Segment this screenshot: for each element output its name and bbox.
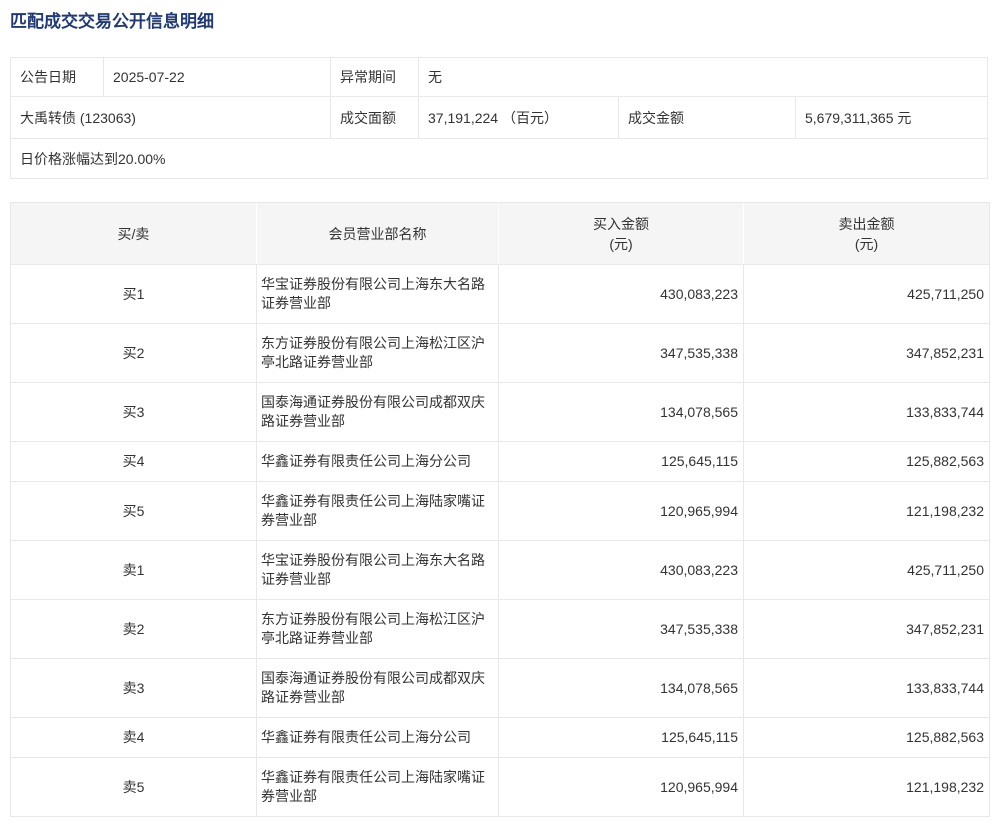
announcement-info-panel: 公告日期 2025-07-22 异常期间 无 大禹转债 (123063) 成交面… bbox=[10, 57, 988, 179]
turnover-value: 5,679,311,365 元 bbox=[796, 97, 987, 138]
row-buy: 120,965,994 bbox=[498, 757, 743, 816]
row-side: 卖5 bbox=[11, 757, 256, 816]
table-row: 买3 国泰海通证券股份有限公司成都双庆路证券营业部 134,078,565 13… bbox=[11, 382, 989, 441]
row-sell: 133,833,744 bbox=[743, 382, 989, 441]
row-side: 买5 bbox=[11, 481, 256, 540]
row-buy: 347,535,338 bbox=[498, 323, 743, 382]
trade-detail-table: 买/卖 会员营业部名称 买入金额 (元) 卖出金额 (元) 买1 华宝证券股份有… bbox=[10, 202, 990, 817]
row-branch: 东方证券股份有限公司上海松江区沪亭北路证券营业部 bbox=[256, 599, 498, 658]
row-branch: 华鑫证券有限责任公司上海陆家嘴证券营业部 bbox=[256, 757, 498, 816]
row-branch: 华鑫证券有限责任公司上海分公司 bbox=[256, 441, 498, 481]
row-sell: 125,882,563 bbox=[743, 717, 989, 757]
row-branch: 东方证券股份有限公司上海松江区沪亭北路证券营业部 bbox=[256, 323, 498, 382]
row-sell: 125,882,563 bbox=[743, 441, 989, 481]
row-buy: 347,535,338 bbox=[498, 599, 743, 658]
table-header: 买/卖 会员营业部名称 买入金额 (元) 卖出金额 (元) bbox=[11, 203, 989, 264]
header-side: 买/卖 bbox=[11, 203, 256, 264]
row-branch: 国泰海通证券股份有限公司成都双庆路证券营业部 bbox=[256, 382, 498, 441]
row-buy: 430,083,223 bbox=[498, 264, 743, 323]
row-side: 买2 bbox=[11, 323, 256, 382]
row-sell: 121,198,232 bbox=[743, 481, 989, 540]
row-sell: 121,198,232 bbox=[743, 757, 989, 816]
row-branch: 华宝证券股份有限公司上海东大名路证券营业部 bbox=[256, 540, 498, 599]
announce-date-label: 公告日期 bbox=[11, 58, 104, 96]
row-buy: 120,965,994 bbox=[498, 481, 743, 540]
row-side: 卖1 bbox=[11, 540, 256, 599]
row-branch: 华鑫证券有限责任公司上海陆家嘴证券营业部 bbox=[256, 481, 498, 540]
header-buy-amount: 买入金额 (元) bbox=[498, 203, 743, 264]
table-row: 卖2 东方证券股份有限公司上海松江区沪亭北路证券营业部 347,535,338 … bbox=[11, 599, 989, 658]
table-row: 买5 华鑫证券有限责任公司上海陆家嘴证券营业部 120,965,994 121,… bbox=[11, 481, 989, 540]
row-buy: 134,078,565 bbox=[498, 658, 743, 717]
page-title: 匹配成交交易公开信息明细 bbox=[10, 12, 984, 32]
info-row-note: 日价格涨幅达到20.00% bbox=[11, 138, 987, 178]
abnormal-period-value: 无 bbox=[419, 58, 987, 96]
header-buy-amount-unit: (元) bbox=[499, 234, 743, 254]
info-row-date: 公告日期 2025-07-22 异常期间 无 bbox=[11, 58, 987, 96]
header-sell-amount-label: 卖出金额 bbox=[744, 214, 989, 234]
table-body: 买1 华宝证券股份有限公司上海东大名路证券营业部 430,083,223 425… bbox=[11, 264, 989, 816]
header-buy-amount-label: 买入金额 bbox=[499, 214, 743, 234]
row-side: 卖4 bbox=[11, 717, 256, 757]
page-container: 匹配成交交易公开信息明细 公告日期 2025-07-22 异常期间 无 大禹转债… bbox=[0, 12, 994, 817]
table-row: 买1 华宝证券股份有限公司上海东大名路证券营业部 430,083,223 425… bbox=[11, 264, 989, 323]
security-name: 大禹转债 (123063) bbox=[11, 97, 331, 138]
header-branch: 会员营业部名称 bbox=[256, 203, 498, 264]
table-row: 卖3 国泰海通证券股份有限公司成都双庆路证券营业部 134,078,565 13… bbox=[11, 658, 989, 717]
row-sell: 347,852,231 bbox=[743, 599, 989, 658]
face-amount-value: 37,191,224 （百元） bbox=[419, 97, 619, 138]
turnover-label: 成交金额 bbox=[619, 97, 796, 138]
row-branch: 华鑫证券有限责任公司上海分公司 bbox=[256, 717, 498, 757]
row-side: 买4 bbox=[11, 441, 256, 481]
abnormal-period-label: 异常期间 bbox=[331, 58, 419, 96]
row-buy: 125,645,115 bbox=[498, 717, 743, 757]
table-row: 买2 东方证券股份有限公司上海松江区沪亭北路证券营业部 347,535,338 … bbox=[11, 323, 989, 382]
row-side: 买3 bbox=[11, 382, 256, 441]
table-row: 买4 华鑫证券有限责任公司上海分公司 125,645,115 125,882,5… bbox=[11, 441, 989, 481]
row-branch: 国泰海通证券股份有限公司成都双庆路证券营业部 bbox=[256, 658, 498, 717]
row-buy: 430,083,223 bbox=[498, 540, 743, 599]
table-row: 卖4 华鑫证券有限责任公司上海分公司 125,645,115 125,882,5… bbox=[11, 717, 989, 757]
row-side: 卖2 bbox=[11, 599, 256, 658]
row-sell: 425,711,250 bbox=[743, 540, 989, 599]
row-side: 卖3 bbox=[11, 658, 256, 717]
row-branch: 华宝证券股份有限公司上海东大名路证券营业部 bbox=[256, 264, 498, 323]
price-change-note: 日价格涨幅达到20.00% bbox=[11, 139, 987, 178]
row-sell: 425,711,250 bbox=[743, 264, 989, 323]
row-side: 买1 bbox=[11, 264, 256, 323]
header-sell-amount-unit: (元) bbox=[744, 234, 989, 254]
announce-date-value: 2025-07-22 bbox=[104, 58, 331, 96]
table-row: 卖1 华宝证券股份有限公司上海东大名路证券营业部 430,083,223 425… bbox=[11, 540, 989, 599]
row-buy: 125,645,115 bbox=[498, 441, 743, 481]
info-row-security: 大禹转债 (123063) 成交面额 37,191,224 （百元） 成交金额 … bbox=[11, 96, 987, 138]
row-sell: 133,833,744 bbox=[743, 658, 989, 717]
row-sell: 347,852,231 bbox=[743, 323, 989, 382]
header-sell-amount: 卖出金额 (元) bbox=[743, 203, 989, 264]
row-buy: 134,078,565 bbox=[498, 382, 743, 441]
face-amount-label: 成交面额 bbox=[331, 97, 419, 138]
table-row: 卖5 华鑫证券有限责任公司上海陆家嘴证券营业部 120,965,994 121,… bbox=[11, 757, 989, 816]
